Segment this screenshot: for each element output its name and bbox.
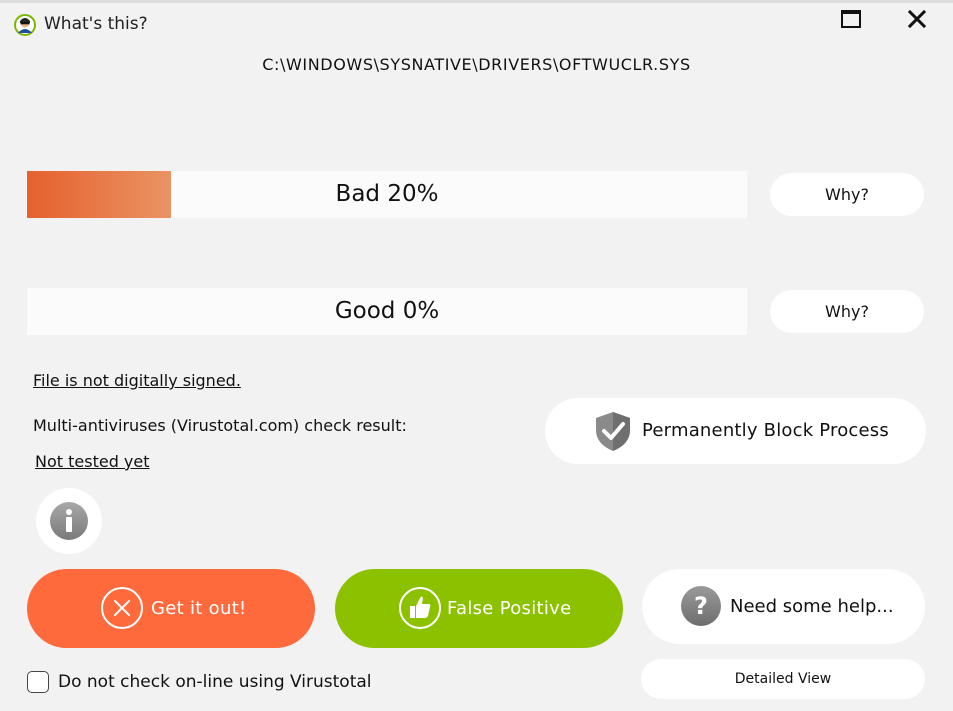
maximize-icon	[841, 10, 861, 28]
bad-why-button[interactable]: Why?	[770, 173, 924, 216]
svg-text:?: ?	[694, 592, 708, 620]
good-rating-label: Good 0%	[334, 298, 440, 324]
detailed-view-button[interactable]: Detailed View	[641, 659, 925, 699]
get-it-out-label: Get it out!	[151, 598, 247, 619]
permanently-block-button[interactable]: Permanently Block Process	[545, 398, 926, 464]
close-icon	[908, 10, 926, 28]
no-online-check-checkbox[interactable]	[27, 671, 49, 693]
good-why-button[interactable]: Why?	[770, 290, 924, 333]
bad-rating-bar: Bad 20%	[27, 171, 747, 218]
info-button[interactable]	[36, 488, 102, 554]
file-path: C:\WINDOWS\SYSNATIVE\DRIVERS\OFTWUCLR.SY…	[262, 55, 691, 74]
window-top-border	[0, 0, 953, 3]
thumbs-up-icon	[399, 587, 441, 629]
app-logo-icon	[14, 14, 36, 36]
get-it-out-button[interactable]: Get it out!	[27, 569, 315, 648]
question-icon: ?	[681, 586, 721, 626]
signature-link[interactable]: File is not digitally signed.	[33, 371, 241, 390]
info-icon	[50, 502, 88, 540]
virustotal-label: Multi-antiviruses (Virustotal.com) check…	[33, 416, 407, 435]
bad-rating-label: Bad 20%	[335, 181, 439, 207]
false-positive-label: False Positive	[447, 598, 572, 619]
no-online-check-label: Do not check on-line using Virustotal	[58, 672, 372, 692]
good-rating-bar: Good 0%	[27, 288, 747, 335]
close-button[interactable]	[901, 6, 933, 32]
shield-check-icon	[596, 412, 630, 451]
window-title: What's this?	[44, 14, 148, 34]
need-help-button[interactable]: ? Need some help...	[642, 569, 925, 644]
virustotal-result-link[interactable]: Not tested yet	[35, 452, 150, 471]
maximize-button[interactable]	[835, 6, 867, 32]
need-help-label: Need some help...	[730, 596, 894, 617]
close-circle-icon	[101, 587, 143, 629]
permanently-block-label: Permanently Block Process	[642, 420, 889, 441]
false-positive-button[interactable]: False Positive	[335, 569, 623, 648]
